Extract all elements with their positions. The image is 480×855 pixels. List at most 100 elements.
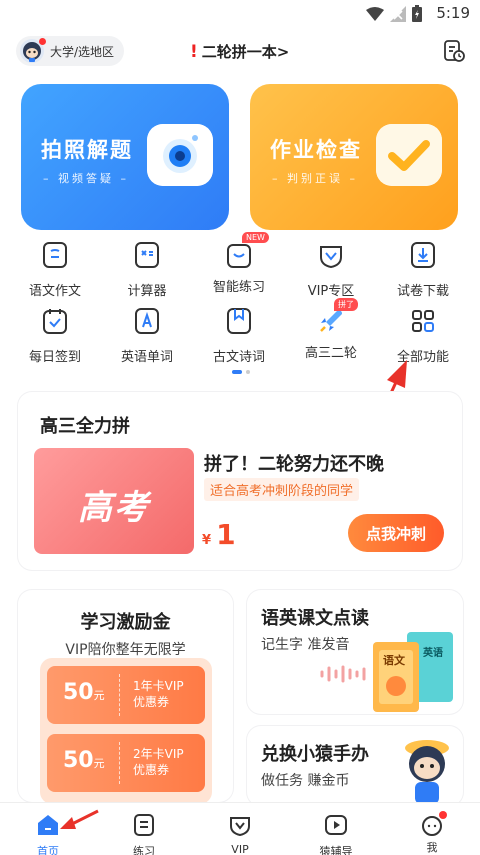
promo-title-link[interactable]: ! 二轮拼一本> xyxy=(190,41,289,62)
feature-label: 试卷下载 xyxy=(396,284,449,299)
soundwave-icon xyxy=(320,665,366,683)
feature-calculator[interactable]: 计算器 xyxy=(102,240,192,299)
checkmark-icon xyxy=(376,124,442,186)
avatar xyxy=(20,38,46,63)
sprint-headline: 拼了！二轮努力还不晚 xyxy=(204,454,384,475)
region-label: 大学/选地区 xyxy=(50,44,115,59)
coupon-line2: 优惠券 xyxy=(133,763,170,777)
exchange-title: 兑换小猿手办 xyxy=(261,744,369,765)
book-english-label: 英语 xyxy=(422,646,443,659)
grid-pager xyxy=(232,370,250,374)
notification-dot xyxy=(439,811,447,819)
feature-label: 计算器 xyxy=(127,284,167,299)
signal-icon xyxy=(390,5,406,22)
exchange-subtitle: 做任务 赚金币 xyxy=(261,773,350,789)
coupon-text: 1年卡VIP 优惠券 xyxy=(133,678,184,710)
smart-practice-icon xyxy=(227,244,251,268)
feature-all-functions[interactable]: 全部功能 xyxy=(378,306,468,365)
feature-label: VIP专区 xyxy=(307,284,355,299)
all-functions-icon xyxy=(412,310,434,332)
camera-icon xyxy=(147,124,213,186)
homework-check-card[interactable]: 作业检查 – 判别正误 – xyxy=(250,84,458,230)
photo-solve-title: 拍照解题 xyxy=(41,138,133,162)
gaokao-banner: 高考 xyxy=(34,448,194,554)
tab-label: 练习 xyxy=(133,845,155,855)
history-icon[interactable] xyxy=(442,39,466,63)
feature-label: 英语单词 xyxy=(120,350,173,365)
tab-yuanfudao[interactable]: 猿辅导 xyxy=(288,803,384,855)
coupon-1-year[interactable]: 50元 1年卡VIP 优惠券 xyxy=(47,666,205,724)
homework-check-title: 作业检查 xyxy=(270,138,362,162)
incentive-card[interactable]: 学习激励金 VIP陪你整年无限学 50元 1年卡VIP 优惠券 50元 2年卡VI… xyxy=(18,590,233,804)
incentive-subtitle: VIP陪你整年无限学 xyxy=(65,642,186,658)
status-bar: 5:19 xyxy=(0,0,480,28)
annotation-arrow-small xyxy=(60,809,99,829)
coupon-2-year[interactable]: 50元 2年卡VIP 优惠券 xyxy=(47,734,205,792)
practice-icon xyxy=(134,814,154,836)
coupon-amount: 50元 xyxy=(63,748,105,773)
coupon-amount-value: 50 xyxy=(63,680,94,705)
gaokao-banner-text: 高考 xyxy=(78,488,150,528)
sprint-tag: 适合高考冲刺阶段的同学 xyxy=(204,478,360,501)
coupon-line1: 1年卡VIP xyxy=(133,679,184,693)
download-icon xyxy=(411,242,435,268)
price-currency: ¥ xyxy=(202,533,212,548)
checkin-icon xyxy=(43,309,67,334)
feature-label: 语文作文 xyxy=(28,284,81,299)
coupon-list: 50元 1年卡VIP 优惠券 50元 2年卡VIP 优惠券 xyxy=(40,658,212,804)
vip-tab-icon xyxy=(230,817,250,837)
tab-me[interactable]: 我 xyxy=(384,803,480,855)
coupon-line2: 优惠券 xyxy=(133,695,170,709)
feature-label: 智能练习 xyxy=(212,280,265,295)
wifi-icon xyxy=(366,6,384,21)
coupon-unit: 元 xyxy=(93,757,105,770)
textbooks-icon: 语文 英语 xyxy=(373,632,453,712)
home-icon xyxy=(38,815,58,835)
sprint-button[interactable]: 点我冲刺 xyxy=(348,514,444,552)
english-word-icon xyxy=(135,308,159,334)
vip-icon xyxy=(320,246,342,269)
photo-solve-subtitle: – 视频答疑 – xyxy=(43,172,129,185)
tab-label: 首页 xyxy=(37,845,59,855)
pager-dot xyxy=(246,370,250,374)
notification-dot xyxy=(39,38,46,45)
bottom-tab-bar: 首页 练习 VIP 猿辅导 我 xyxy=(0,802,480,855)
tab-label: 猿辅导 xyxy=(319,845,353,855)
feature-label: 高三二轮 xyxy=(304,346,357,361)
poetry-icon xyxy=(227,308,251,334)
feature-essay[interactable]: 语文作文 xyxy=(10,240,100,299)
feature-english-words[interactable]: 英语单词 xyxy=(102,306,192,365)
video-icon xyxy=(325,815,347,835)
region-selector[interactable]: 大学/选地区 xyxy=(16,36,125,66)
exchange-card[interactable]: 兑换小猿手办 做任务 赚金币 xyxy=(247,726,463,806)
feature-senior-second-round[interactable]: 拼了 高三二轮 xyxy=(286,298,376,361)
incentive-title: 学习激励金 xyxy=(80,612,171,633)
promo-title: 二轮拼一本> xyxy=(201,43,290,61)
feature-smart-practice[interactable]: NEW 智能练习 xyxy=(194,232,284,295)
tab-practice[interactable]: 练习 xyxy=(96,803,192,855)
coupon-text: 2年卡VIP 优惠券 xyxy=(133,746,184,778)
coupon-line1: 2年卡VIP xyxy=(133,747,184,761)
homework-check-subtitle: – 判别正误 – xyxy=(272,172,358,185)
feature-classical-poetry[interactable]: 古文诗词 xyxy=(194,306,284,365)
feature-paper-download[interactable]: 试卷下载 xyxy=(378,240,468,299)
coupon-amount: 50元 xyxy=(63,680,105,705)
top-bar: 大学/选地区 ! 二轮拼一本> xyxy=(0,28,480,80)
feature-daily-checkin[interactable]: 每日签到 xyxy=(10,306,100,365)
tab-label: VIP xyxy=(231,843,249,855)
battery-icon xyxy=(412,5,422,22)
feature-label: 每日签到 xyxy=(28,350,81,365)
sprint-price: ¥ 1 xyxy=(202,518,236,551)
calculator-icon xyxy=(135,242,159,268)
essay-icon xyxy=(43,242,67,268)
main-content: 拍照解题 – 视频答疑 – 作业检查 – 判别正误 – 语文作文 计算器 NEW… xyxy=(0,80,480,806)
feature-vip-zone[interactable]: VIP专区 xyxy=(286,240,376,299)
reading-card[interactable]: 语英课文点读 记生字 准发音 语文 英语 xyxy=(247,590,463,714)
tab-vip[interactable]: VIP xyxy=(192,803,288,855)
pager-dot-active xyxy=(232,370,242,374)
reading-subtitle: 记生字 准发音 xyxy=(261,637,350,653)
price-value: 1 xyxy=(216,518,236,551)
photo-solve-card[interactable]: 拍照解题 – 视频答疑 – xyxy=(21,84,229,230)
sprint-card[interactable]: 高三全力拼 高考 拼了！二轮努力还不晚 适合高考冲刺阶段的同学 ¥ 1 点我冲刺 xyxy=(18,392,462,570)
pinle-badge: 拼了 xyxy=(334,298,358,311)
